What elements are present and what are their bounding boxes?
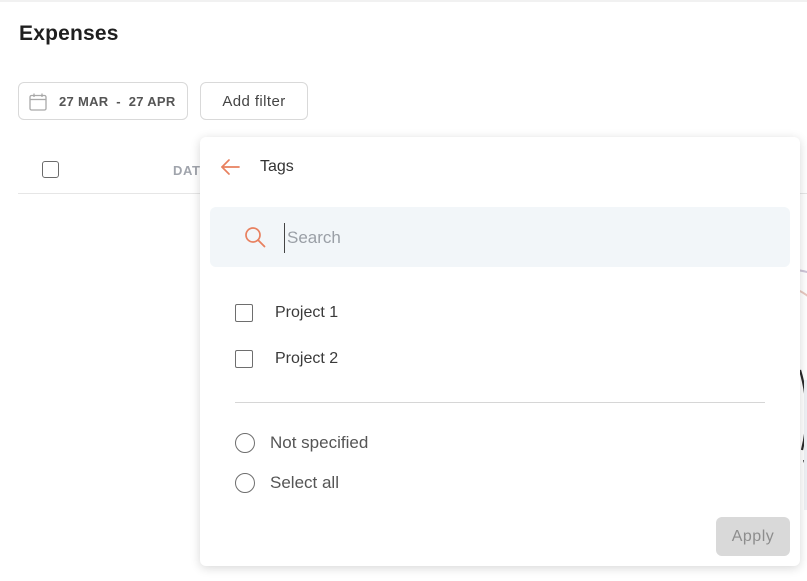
select-all-rows-checkbox[interactable]	[42, 161, 59, 178]
tag-option-label: Project 1	[275, 304, 339, 321]
divider	[235, 402, 765, 403]
top-border	[0, 0, 807, 2]
tags-filter-panel: Tags Project 1 Project 2 Not specified S…	[200, 137, 800, 566]
radio-option-not-specified[interactable]: Not specified	[235, 433, 368, 453]
column-header-date[interactable]: DAT	[173, 163, 201, 178]
date-range-button[interactable]: 27 MAR - 27 APR	[18, 82, 188, 120]
radio-button[interactable]	[235, 433, 255, 453]
add-filter-button[interactable]: Add filter	[200, 82, 308, 120]
tag-option-project-1[interactable]: Project 1	[235, 304, 338, 322]
radio-option-select-all[interactable]: Select all	[235, 473, 339, 493]
date-range-label: 27 MAR - 27 APR	[59, 94, 176, 109]
tag-checkbox[interactable]	[235, 304, 253, 322]
search-icon	[245, 227, 266, 248]
radio-button[interactable]	[235, 473, 255, 493]
tag-option-label: Project 2	[275, 350, 339, 367]
arrow-left-icon[interactable]	[220, 158, 240, 176]
panel-title: Tags	[260, 158, 294, 175]
apply-button[interactable]: Apply	[716, 517, 790, 556]
page-title: Expenses	[19, 22, 119, 45]
search-box[interactable]	[210, 207, 790, 267]
radio-option-label: Select all	[270, 473, 339, 492]
tag-option-project-2[interactable]: Project 2	[235, 350, 338, 368]
calendar-icon	[29, 93, 47, 111]
radio-option-label: Not specified	[270, 433, 369, 452]
search-input[interactable]	[284, 223, 769, 253]
tag-checkbox[interactable]	[235, 350, 253, 368]
